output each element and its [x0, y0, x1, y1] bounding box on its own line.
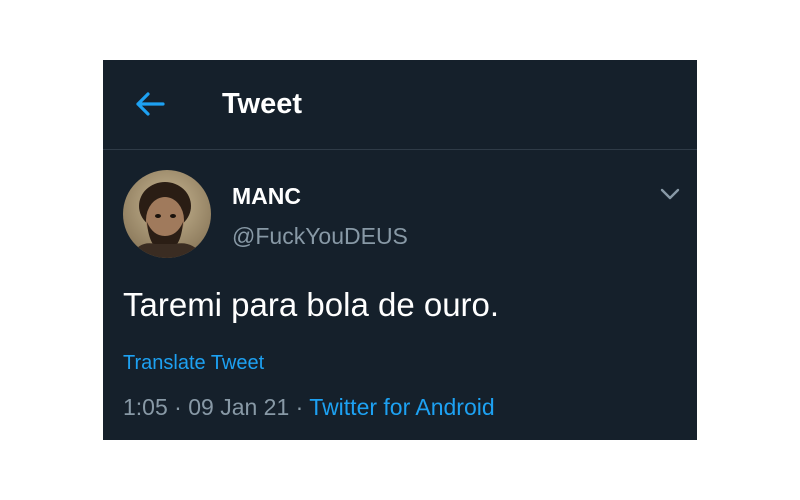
tweet-source-link[interactable]: Twitter for Android: [309, 394, 494, 420]
arrow-left-icon: [136, 92, 165, 116]
back-button[interactable]: [133, 87, 167, 121]
more-options-button[interactable]: [658, 184, 682, 204]
translate-tweet-link[interactable]: Translate Tweet: [123, 350, 264, 376]
page-title: Tweet: [222, 88, 303, 120]
username[interactable]: @FuckYouDEUS: [232, 222, 408, 250]
tweet-meta: 1:05 · 09 Jan 21 · Twitter for Android: [123, 393, 495, 421]
header-bar: Tweet: [103, 60, 697, 150]
tweet-text: Taremi para bola de ouro.: [123, 286, 500, 323]
avatar[interactable]: [123, 170, 211, 258]
tweet-date: 09 Jan 21: [188, 394, 290, 420]
meta-separator: ·: [295, 394, 304, 420]
avatar-image: [123, 170, 211, 258]
chevron-down-icon: [660, 188, 680, 200]
meta-separator: ·: [174, 394, 182, 420]
tweet-card: Tweet MANC @FuckYouDEUS Taremi para bola…: [103, 60, 697, 440]
tweet-time: 1:05: [123, 394, 168, 420]
display-name[interactable]: MANC: [232, 182, 301, 210]
